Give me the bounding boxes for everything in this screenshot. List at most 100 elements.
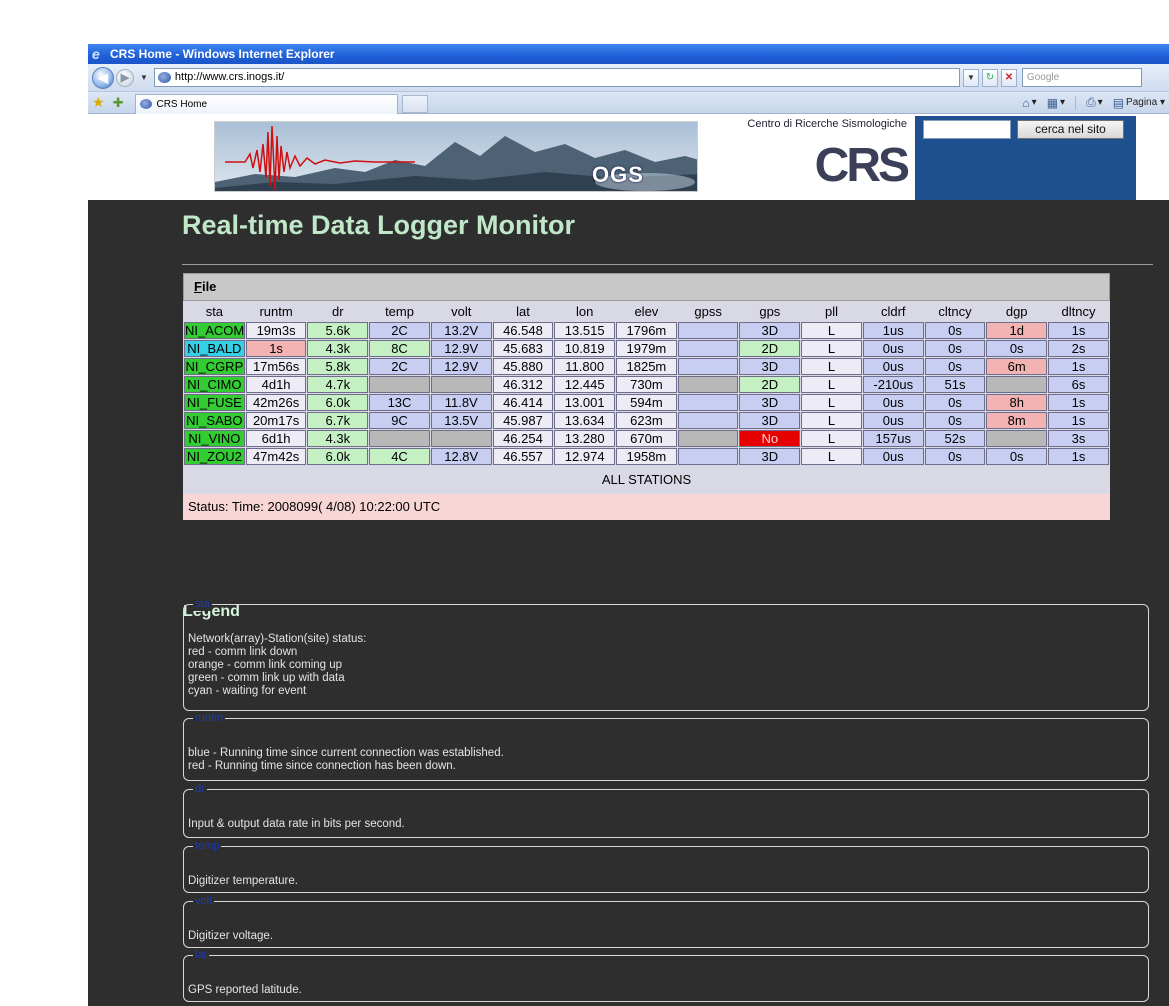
column-header-volt: volt <box>430 302 492 321</box>
command-bar: ⌂ ▾ ▦ ▾ ⎙ ▾ ▤ Pagina ▾ <box>1012 95 1169 110</box>
cell-dr: 6.7k <box>307 412 369 429</box>
cell-runtm: 17m56s <box>245 358 307 375</box>
cell-cltncy: 0s <box>924 358 986 375</box>
cell-dltncy: 1s <box>1048 448 1109 465</box>
cell-sta[interactable]: NI_BALD <box>184 340 245 357</box>
legend-box-temp: temp Digitizer temperature. <box>183 840 1149 893</box>
legend-box-volt: volt Digitizer voltage. <box>183 895 1149 948</box>
cell-dgp: 6m <box>986 358 1048 375</box>
browser-window: e CRS Home - Windows Internet Explorer ◀… <box>88 44 1169 1006</box>
cell-runtm: 4d1h <box>245 376 307 393</box>
ogs-logo: OGS <box>592 162 644 187</box>
table-row[interactable]: NI_BALD 1s 4.3k 8C 12.9V 45.683 10.819 1979m 2D L… <box>184 340 1109 357</box>
legend-text: GPS reported latitude. <box>188 984 302 997</box>
cell-cldrf: 157us <box>862 430 924 447</box>
site-search-input[interactable] <box>923 120 1011 139</box>
table-row[interactable]: NI_VINO 6d1h 4.3k 46.254 13.280 670m No L 157us 5… <box>184 430 1109 447</box>
tab-row: ★ ✚ CRS Home ⌂ ▾ ▦ ▾ ⎙ ▾ ▤ Pagina ▾ <box>88 92 1169 114</box>
cell-runtm: 19m3s <box>245 322 307 339</box>
cell-dgp: 0s <box>986 340 1048 357</box>
site-search-button[interactable]: cerca nel sito <box>1017 120 1124 139</box>
feeds-button[interactable]: ▦ ▾ <box>1047 96 1065 110</box>
legend-line: blue - Running time since current connec… <box>188 747 504 759</box>
address-bar[interactable]: http://www.crs.inogs.it/ <box>153 68 960 87</box>
cell-temp <box>369 430 430 447</box>
page-menu-button[interactable]: ▤ Pagina ▾ <box>1113 96 1165 110</box>
crs-branding: Centro di Ricerche Sismologiche CRS <box>698 116 915 200</box>
address-row: ◀ ▶ ▼ http://www.crs.inogs.it/ ▼ ↻ ✕ Goo… <box>88 64 1169 92</box>
cell-gpss <box>677 412 739 429</box>
legend-line: green - comm link up with data <box>188 672 345 684</box>
refresh-icon[interactable]: ↻ <box>981 68 998 87</box>
table-row[interactable]: NI_FUSE 42m26s 6.0k 13C 11.8V 46.414 13.001 594… <box>184 394 1109 411</box>
file-menu-label: ile <box>201 279 217 294</box>
column-header-temp: temp <box>369 302 430 321</box>
file-menu-bar: File <box>183 273 1110 301</box>
legend-label: lat <box>193 949 209 962</box>
cell-sta[interactable]: NI_SABO <box>184 412 245 429</box>
home-button[interactable]: ⌂ ▾ <box>1022 96 1036 110</box>
cell-sta[interactable]: NI_VINO <box>184 430 245 447</box>
cell-gpss <box>677 322 739 339</box>
tab-favicon-icon <box>140 98 153 109</box>
cell-temp <box>369 376 430 393</box>
forward-button[interactable]: ▶ <box>116 68 134 87</box>
cell-lat: 46.312 <box>492 376 554 393</box>
file-menu[interactable]: File <box>194 279 216 294</box>
cell-lat: 45.987 <box>492 412 554 429</box>
cell-sta[interactable]: NI_ZOU2 <box>184 448 245 465</box>
cell-sta[interactable]: NI_CGRP <box>184 358 245 375</box>
cell-gpss <box>677 358 739 375</box>
cell-cldrf: 0us <box>862 448 924 465</box>
cell-gpss <box>677 394 739 411</box>
cell-dr: 4.3k <box>307 430 369 447</box>
cell-volt <box>430 376 492 393</box>
cell-dltncy: 6s <box>1048 376 1109 393</box>
divider <box>1075 95 1077 110</box>
cell-volt: 12.9V <box>430 358 492 375</box>
cell-dltncy: 1s <box>1048 394 1109 411</box>
cell-cltncy: 0s <box>924 412 986 429</box>
column-header-cltncy: cltncy <box>924 302 986 321</box>
column-header-lon: lon <box>554 302 616 321</box>
monitor-panel: File sta runtm dr temp volt lat lon elev gpss gps… <box>183 273 1110 520</box>
table-row[interactable]: NI_SABO 20m17s 6.7k 9C 13.5V 45.987 13.634 623m… <box>184 412 1109 429</box>
cell-pll: L <box>801 322 862 339</box>
cell-pll: L <box>801 394 862 411</box>
cell-cltncy: 0s <box>924 340 986 357</box>
cell-lon: 13.001 <box>554 394 616 411</box>
cell-lat: 45.880 <box>492 358 554 375</box>
browser-search-input[interactable]: Google <box>1021 68 1142 87</box>
cell-elev: 1958m <box>616 448 677 465</box>
page-content: OGS Centro di Ricerche Sismologiche CRS … <box>88 116 1169 1006</box>
favorites-star-icon[interactable]: ★ <box>92 94 105 111</box>
legend-text: Digitizer voltage. <box>188 930 273 943</box>
table-body: NI_ACOM 19m3s 5.6k 2C 13.2V 46.548 13.515 1796m… <box>184 322 1109 465</box>
new-tab-button[interactable] <box>402 94 429 113</box>
cell-cldrf: 0us <box>862 340 924 357</box>
print-button[interactable]: ⎙ ▾ <box>1086 95 1103 110</box>
legend-box-runtm: runtm blue - Running time since current c… <box>183 712 1149 781</box>
column-header-dr: dr <box>307 302 369 321</box>
table-row[interactable]: NI_ACOM 19m3s 5.6k 2C 13.2V 46.548 13.515 1796m… <box>184 322 1109 339</box>
cell-dr: 5.6k <box>307 322 369 339</box>
home-icon: ⌂ <box>1022 95 1030 110</box>
address-dropdown-icon[interactable]: ▼ <box>962 68 979 87</box>
tab-crs-home[interactable]: CRS Home <box>135 93 399 114</box>
history-dropdown-icon[interactable]: ▼ <box>140 73 148 82</box>
table-row[interactable]: NI_CIMO 4d1h 4.7k 46.312 12.445 730m 2D L -210us… <box>184 376 1109 393</box>
cell-sta[interactable]: NI_ACOM <box>184 322 245 339</box>
cell-runtm: 42m26s <box>245 394 307 411</box>
cell-runtm: 47m42s <box>245 448 307 465</box>
back-button[interactable]: ◀ <box>92 66 114 89</box>
stop-icon[interactable]: ✕ <box>1000 68 1017 87</box>
cell-pll: L <box>801 430 862 447</box>
cell-cltncy: 52s <box>924 430 986 447</box>
add-favorites-icon[interactable]: ✚ <box>113 95 124 111</box>
cell-temp: 13C <box>369 394 430 411</box>
cell-sta[interactable]: NI_CIMO <box>184 376 245 393</box>
table-row[interactable]: NI_ZOU2 47m42s 6.0k 4C 12.8V 46.557 12.974 1958… <box>184 448 1109 465</box>
all-stations-row[interactable]: ALL STATIONS <box>183 466 1110 494</box>
table-row[interactable]: NI_CGRP 17m56s 5.8k 2C 12.9V 45.880 11.800 1825… <box>184 358 1109 375</box>
cell-sta[interactable]: NI_FUSE <box>184 394 245 411</box>
